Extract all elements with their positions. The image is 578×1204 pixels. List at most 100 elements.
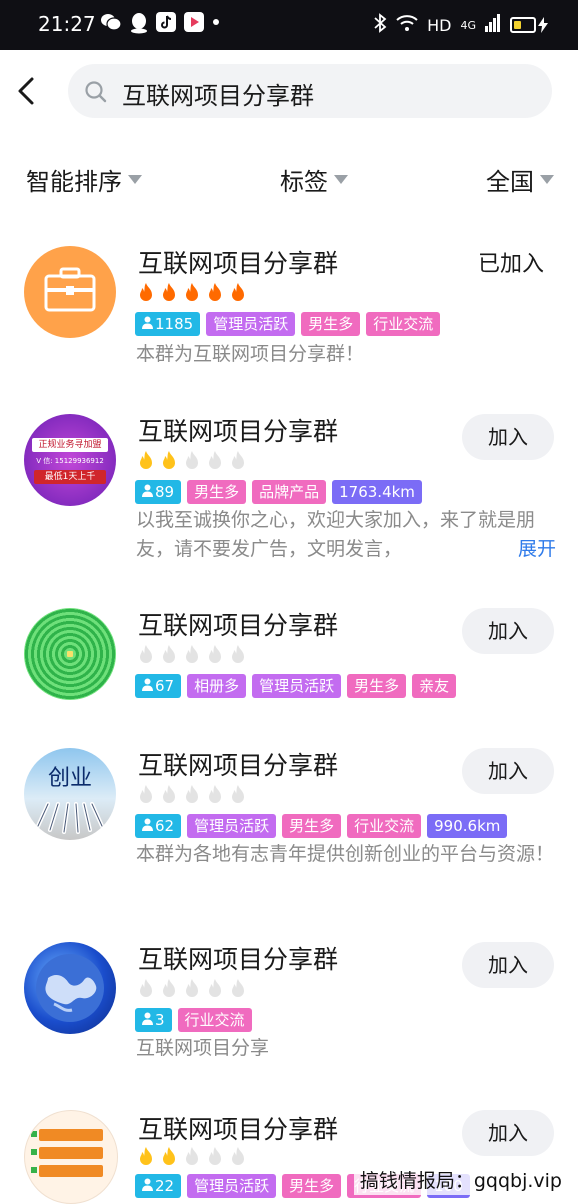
group-title: 互联网项目分享群 — [138, 249, 339, 278]
person-icon — [142, 814, 153, 838]
group-tag: 相册多 — [187, 674, 247, 698]
group-description: 互联网项目分享 — [136, 1037, 270, 1059]
back-button[interactable] — [12, 76, 42, 106]
fire-active-icon — [163, 451, 175, 469]
expand-link[interactable]: 展开 — [507, 535, 556, 564]
bluetooth-icon — [373, 13, 387, 37]
join-button[interactable]: 加入 — [462, 1110, 554, 1156]
join-button[interactable]: 加入 — [462, 414, 554, 460]
tag-row: 3 行业交流 — [135, 1008, 252, 1032]
filter-tags[interactable]: 标签 — [280, 162, 348, 197]
group-avatar: 创业 — [24, 748, 116, 840]
filter-region[interactable]: 全国 — [486, 162, 554, 197]
member-count: 3 — [155, 1011, 165, 1029]
fire-inactive-icon — [163, 979, 175, 997]
avatar-bar — [39, 1129, 103, 1141]
video-app-icon — [184, 12, 204, 39]
briefcase-icon — [44, 267, 96, 312]
activity-fires — [136, 282, 248, 304]
fire-inactive-icon — [186, 451, 198, 469]
group-tag: 品牌产品 — [252, 480, 327, 504]
fire-inactive-icon — [186, 979, 198, 997]
fire-inactive-icon — [186, 785, 198, 803]
person-icon — [142, 674, 153, 698]
person-icon — [142, 480, 153, 504]
activity-fires — [136, 644, 248, 666]
group-tag: 990.6km — [427, 814, 508, 838]
fire-inactive-icon — [163, 645, 175, 663]
avatar-bar — [39, 1147, 103, 1159]
filter-region-label: 全国 — [486, 168, 534, 196]
fire-active-icon — [140, 1147, 152, 1165]
join-button[interactable]: 加入 — [462, 942, 554, 988]
wechat-icon — [100, 12, 122, 39]
fire-inactive-icon — [232, 785, 244, 803]
fire-active-icon — [163, 283, 175, 301]
group-tag: 男生多 — [347, 674, 407, 698]
group-tag: 行业交流 — [177, 1008, 252, 1032]
group-tag: 1763.4km — [332, 480, 422, 504]
group-tag: 男生多 — [301, 312, 361, 336]
avatar-dot — [31, 1149, 37, 1155]
group-title: 互联网项目分享群 — [138, 417, 339, 446]
group-title: 互联网项目分享群 — [138, 1115, 339, 1144]
dot-icon — [212, 12, 220, 39]
caret-down-icon — [128, 175, 142, 184]
search-query: 互联网项目分享群 — [122, 82, 314, 110]
back-arrow-icon — [18, 77, 34, 105]
avatar-text-line: 正规业务寻加盟 — [32, 438, 108, 452]
join-button[interactable]: 加入 — [462, 608, 554, 654]
group-tag: 亲友 — [412, 674, 457, 698]
joined-label: 已加入 — [478, 252, 545, 277]
fire-inactive-icon — [232, 451, 244, 469]
group-description-text: 以我至诚换你之心，欢迎大家加入，来了就是朋友，请不要发广告，文明发言， — [136, 509, 536, 560]
group-avatar — [24, 942, 116, 1034]
filter-tags-label: 标签 — [280, 168, 328, 196]
avatar-center-dot — [67, 651, 73, 657]
fire-inactive-icon — [209, 451, 221, 469]
fire-inactive-icon — [209, 645, 221, 663]
network-label: 4G — [460, 18, 476, 32]
fire-active-icon — [186, 283, 198, 301]
fire-inactive-icon — [186, 1147, 198, 1165]
person-icon — [142, 1174, 153, 1198]
group-tag: 男生多 — [282, 1174, 342, 1198]
filter-sort[interactable]: 智能排序 — [26, 162, 142, 197]
tag-row: 62 管理员活跃 男生多 行业交流 990.6km — [135, 814, 508, 838]
group-tag: 管理员活跃 — [187, 814, 277, 838]
fire-inactive-icon — [140, 645, 152, 663]
group-title: 互联网项目分享群 — [138, 945, 339, 974]
group-tag: 男生多 — [282, 814, 342, 838]
fire-inactive-icon — [209, 785, 221, 803]
group-tag: 管理员活跃 — [252, 674, 342, 698]
caret-down-icon — [540, 175, 554, 184]
person-icon — [142, 312, 153, 336]
fire-active-icon — [140, 283, 152, 301]
activity-fires — [136, 450, 248, 472]
join-button[interactable]: 加入 — [462, 748, 554, 794]
avatar-text-line: V 信: 15129936912 — [36, 457, 104, 465]
tag-row: 1185 管理员活跃 男生多 行业交流 — [135, 312, 441, 336]
group-avatar — [24, 1110, 118, 1204]
group-description: 本群为各地有志青年提供创新创业的平台与资源！ — [136, 843, 555, 865]
group-description: 本群为互联网项目分享群！ — [136, 343, 365, 365]
status-right: HD 4G — [373, 13, 548, 37]
group-tag: 管理员活跃 — [206, 312, 296, 336]
member-count: 62 — [155, 817, 175, 835]
member-count: 1185 — [155, 315, 194, 333]
search-input[interactable]: 互联网项目分享群 — [68, 64, 552, 118]
group-avatar — [24, 246, 116, 338]
activity-fires — [136, 978, 248, 1000]
activity-fires — [136, 1146, 248, 1168]
fire-inactive-icon — [232, 979, 244, 997]
wifi-icon — [396, 14, 418, 36]
search-icon — [84, 80, 108, 108]
avatar-dot — [31, 1167, 37, 1173]
tag-row: 89 男生多 品牌产品 1763.4km — [135, 480, 422, 504]
group-avatar: 正规业务寻加盟 V 信: 15129936912 最低1天上千 — [24, 414, 116, 506]
fire-active-icon — [209, 283, 221, 301]
member-count-tag: 3 — [135, 1008, 172, 1032]
fire-inactive-icon — [140, 785, 152, 803]
tiktok-icon — [156, 12, 176, 39]
fire-inactive-icon — [232, 1147, 244, 1165]
